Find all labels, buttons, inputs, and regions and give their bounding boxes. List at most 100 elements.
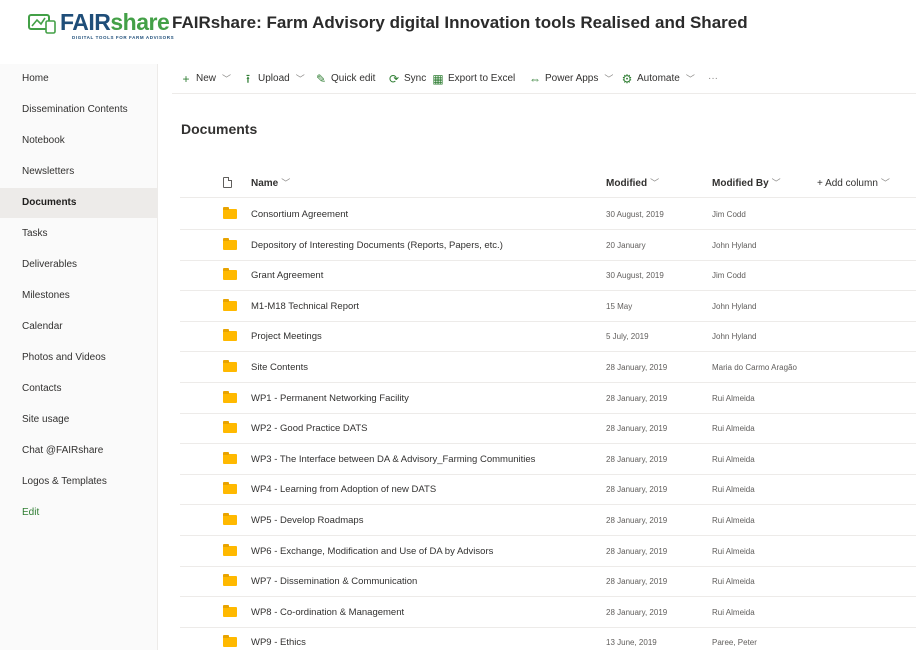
table-row[interactable]: M1-M18 Technical Report 15 May John Hyland xyxy=(180,291,916,322)
automate-label: Automate xyxy=(637,73,680,84)
row-name-link[interactable]: Site Contents xyxy=(251,352,308,383)
sidebar-item-calendar[interactable]: Calendar xyxy=(0,312,157,342)
sidebar-item-documents[interactable]: Documents xyxy=(0,188,157,218)
site-header: FAIRshare DIGITAL TOOLS FOR FARM ADVISOR… xyxy=(0,0,916,50)
table-row[interactable]: WP8 - Co-ordination & Management 28 Janua… xyxy=(180,597,916,628)
folder-icon xyxy=(223,360,237,372)
row-name-link[interactable]: WP3 - The Interface between DA & Advisor… xyxy=(251,444,535,475)
automate-button[interactable]: ⚙ Automate ﹀ xyxy=(621,64,695,94)
file-type-icon[interactable] xyxy=(223,177,232,188)
row-modified-by[interactable]: Rui Almeida xyxy=(712,383,755,414)
folder-icon xyxy=(223,543,237,556)
sidebar-item-newsletters[interactable]: Newsletters xyxy=(0,157,157,187)
row-modified-by[interactable]: Rui Almeida xyxy=(712,444,755,475)
row-modified: 28 January, 2019 xyxy=(606,577,668,587)
row-modified: 20 January xyxy=(606,240,646,250)
table-row[interactable]: WP4 - Learning from Adoption of new DATS… xyxy=(180,474,916,506)
row-name-link[interactable]: M1-M18 Technical Report xyxy=(251,291,359,322)
more-button[interactable]: ··· xyxy=(708,64,718,94)
row-modified-by[interactable]: Rui Almeida xyxy=(712,474,755,505)
sidebar-item-milestones[interactable]: Milestones xyxy=(0,281,157,311)
row-name-link[interactable]: WP7 - Dissemination & Communication xyxy=(251,566,417,597)
plus-icon: + xyxy=(182,72,190,86)
row-name-link[interactable]: WP4 - Learning from Adoption of new DATS xyxy=(251,474,436,505)
row-modified-by[interactable]: Rui Almeida xyxy=(712,597,755,628)
sidebar-item-dissemination-contents[interactable]: Dissemination Contents xyxy=(0,95,157,125)
sidebar-item-chat-fairshare[interactable]: Chat @FAIRshare xyxy=(0,436,157,466)
row-modified: 28 January, 2019 xyxy=(606,393,668,403)
table-row[interactable]: WP5 - Develop Roadmaps 28 January, 2019 Ru… xyxy=(180,505,916,536)
row-modified: 30 August, 2019 xyxy=(606,271,664,281)
row-name-link[interactable]: WP2 - Good Practice DATS xyxy=(251,413,368,444)
page-title: Documents xyxy=(181,121,258,137)
sync-label: Sync xyxy=(404,73,427,84)
row-name-link[interactable]: WP6 - Exchange, Modification and Use of … xyxy=(251,536,493,567)
power-apps-icon: ⇔ xyxy=(529,72,541,86)
row-modified: 28 January, 2019 xyxy=(606,454,668,464)
row-modified-by[interactable]: John Hyland xyxy=(712,321,756,352)
sidebar-item-photos-and-videos[interactable]: Photos and Videos xyxy=(0,343,157,373)
row-name-link[interactable]: Depository of Interesting Documents (Rep… xyxy=(251,230,503,261)
table-row[interactable]: WP3 - The Interface between DA & Advisor… xyxy=(180,444,916,475)
row-name-link[interactable]: Project Meetings xyxy=(251,321,322,352)
row-modified: 5 July, 2019 xyxy=(606,332,649,342)
row-modified-by[interactable]: Paree, Peter xyxy=(712,627,757,650)
row-name-link[interactable]: Grant Agreement xyxy=(251,260,323,291)
column-header-modified-by[interactable]: Modified By ﹀ xyxy=(712,168,781,198)
sidebar-item-contacts[interactable]: Contacts xyxy=(0,374,157,404)
automate-icon: ⚙ xyxy=(621,72,633,86)
row-modified-by[interactable]: John Hyland xyxy=(712,230,756,261)
sync-button[interactable]: ⟳ Sync xyxy=(388,64,426,94)
folder-icon xyxy=(223,451,237,464)
sidebar-item-site-usage[interactable]: Site usage xyxy=(0,405,157,435)
pencil-icon: ✎ xyxy=(315,72,327,86)
table-row[interactable]: Project Meetings 5 July, 2019 John Hyland xyxy=(180,321,916,353)
sidebar-item-home[interactable]: Home xyxy=(0,64,157,94)
row-modified: 28 January, 2019 xyxy=(606,546,668,556)
add-column-button[interactable]: + Add column ﹀ xyxy=(817,168,890,198)
folder-icon xyxy=(223,604,237,617)
row-modified: 13 June, 2019 xyxy=(606,638,657,648)
chevron-down-icon: ﹀ xyxy=(771,178,781,188)
row-name-link[interactable]: WP5 - Develop Roadmaps xyxy=(251,505,363,536)
row-modified-by[interactable]: Jim Codd xyxy=(712,199,746,230)
row-modified-by[interactable]: Rui Almeida xyxy=(712,566,755,597)
site-title[interactable]: FAIRshare: Farm Advisory digital Innovat… xyxy=(172,13,748,33)
row-name-link[interactable]: WP1 - Permanent Networking Facility xyxy=(251,383,409,414)
row-modified-by[interactable]: Rui Almeida xyxy=(712,536,755,567)
row-modified-by[interactable]: John Hyland xyxy=(712,291,756,322)
table-row[interactable]: WP7 - Dissemination & Communication 28 Ja… xyxy=(180,566,916,598)
sidebar-item-notebook[interactable]: Notebook xyxy=(0,126,157,156)
sidebar-item-tasks[interactable]: Tasks xyxy=(0,219,157,249)
table-row[interactable]: WP2 - Good Practice DATS 28 January, 2019… xyxy=(180,413,916,445)
table-row[interactable]: Depository of Interesting Documents (Rep… xyxy=(180,230,916,261)
folder-icon xyxy=(223,237,237,250)
table-row[interactable]: WP6 - Exchange, Modification and Use of … xyxy=(180,536,916,567)
table-row[interactable]: Site Contents 28 January, 2019 Maria do Ca… xyxy=(180,352,916,383)
sync-icon: ⟳ xyxy=(388,72,400,86)
new-button[interactable]: + New ﹀ xyxy=(180,64,231,94)
row-modified-by[interactable]: Rui Almeida xyxy=(712,505,755,536)
sidebar-item-logos-templates[interactable]: Logos & Templates xyxy=(0,467,157,497)
sidebar-item-edit[interactable]: Edit xyxy=(0,498,157,528)
logo-wordmark: FAIRshare xyxy=(60,9,170,35)
quick-edit-button[interactable]: ✎ Quick edit xyxy=(315,64,376,94)
row-modified: 28 January, 2019 xyxy=(606,607,668,617)
table-row[interactable]: WP1 - Permanent Networking Facility 28 Ja… xyxy=(180,383,916,414)
power-apps-button[interactable]: ⇔ Power Apps ﹀ xyxy=(529,64,613,94)
table-row[interactable]: Consortium Agreement 30 August, 2019 Jim C… xyxy=(180,199,916,230)
column-header-modified[interactable]: Modified ﹀ xyxy=(606,168,659,198)
row-modified-by[interactable]: Maria do Carmo Aragão xyxy=(712,352,797,383)
table-row[interactable]: Grant Agreement 30 August, 2019 Jim Codd xyxy=(180,260,916,292)
row-modified-by[interactable]: Rui Almeida xyxy=(712,413,755,444)
row-name-link[interactable]: WP8 - Co-ordination & Management xyxy=(251,597,404,628)
column-header-name[interactable]: Name ﹀ xyxy=(251,168,290,198)
table-row[interactable]: WP9 - Ethics 13 June, 2019 Paree, Peter xyxy=(180,627,916,650)
export-to-excel-button[interactable]: ▦ Export to Excel xyxy=(432,64,515,94)
sidebar-item-deliverables[interactable]: Deliverables xyxy=(0,250,157,280)
row-name-link[interactable]: WP9 - Ethics xyxy=(251,627,306,650)
site-logo[interactable]: FAIRshare DIGITAL TOOLS FOR FARM ADVISOR… xyxy=(28,8,174,42)
upload-button[interactable]: ⭱ Upload ﹀ xyxy=(242,64,305,94)
row-modified-by[interactable]: Jim Codd xyxy=(712,260,746,291)
row-name-link[interactable]: Consortium Agreement xyxy=(251,199,348,230)
